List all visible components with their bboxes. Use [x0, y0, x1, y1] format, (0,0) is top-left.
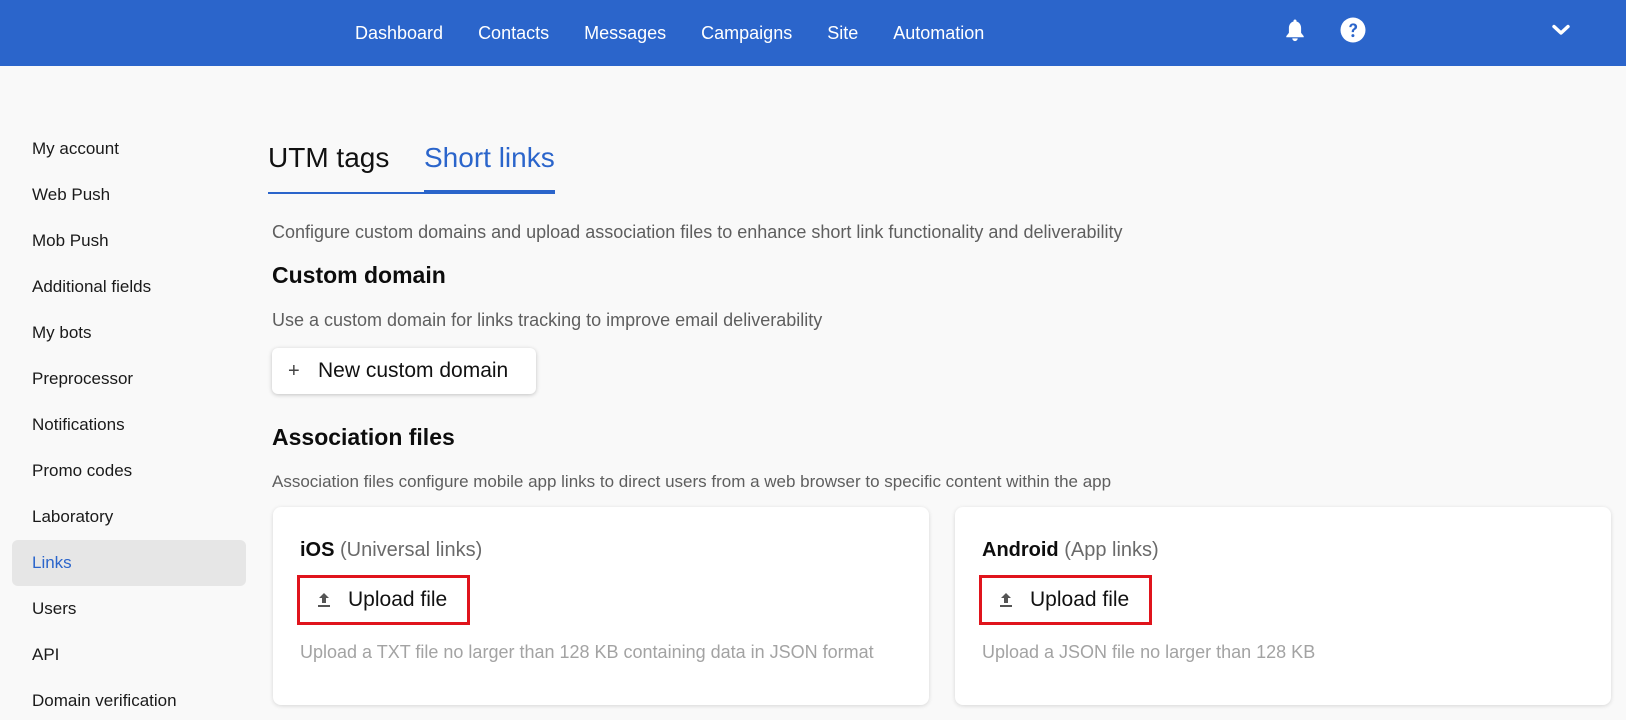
upload-icon [314, 590, 334, 610]
sidebar-item-my-bots[interactable]: My bots [12, 310, 246, 356]
association-files-description: Association files configure mobile app l… [272, 472, 1112, 491]
ios-card-title: iOS (Universal links) [300, 539, 482, 562]
android-association-card: Android (App links) Upload file Upload a… [955, 507, 1611, 705]
sidebar-item-promo-codes[interactable]: Promo codes [12, 448, 246, 494]
ios-upload-file-button[interactable]: Upload file [297, 575, 471, 625]
ios-association-card: iOS (Universal links) Upload file Upload… [273, 507, 929, 705]
sidebar-item-links[interactable]: Links [12, 540, 246, 586]
custom-domain-heading: Custom domain [272, 262, 446, 288]
android-card-title: Android (App links) [982, 539, 1159, 562]
tab-utm-tags[interactable]: UTM tags [268, 130, 424, 194]
sidebar-item-users[interactable]: Users [12, 586, 246, 632]
plus-icon: + [288, 359, 300, 382]
sidebar-item-additional-fields[interactable]: Additional fields [12, 264, 246, 310]
sidebar-item-domain-verification[interactable]: Domain verification [12, 678, 246, 720]
android-platform-subtitle: (App links) [1064, 539, 1159, 561]
bell-icon[interactable] [1282, 17, 1308, 43]
nav-site[interactable]: Site [827, 23, 858, 44]
ios-platform-label: iOS [300, 539, 335, 561]
sidebar-item-web-push[interactable]: Web Push [12, 172, 246, 218]
nav-automation[interactable]: Automation [893, 23, 984, 44]
nav-contacts[interactable]: Contacts [478, 23, 549, 44]
nav-messages[interactable]: Messages [584, 23, 666, 44]
chevron-down-icon[interactable] [1548, 17, 1574, 43]
main-nav: Dashboard Contacts Messages Campaigns Si… [355, 0, 1019, 66]
new-custom-domain-button[interactable]: + New custom domain [272, 348, 536, 394]
settings-sidebar: My account Web Push Mob Push Additional … [12, 126, 246, 720]
association-files-heading: Association files [272, 424, 455, 450]
android-upload-hint: Upload a JSON file no larger than 128 KB [982, 642, 1316, 662]
android-platform-label: Android [982, 539, 1059, 561]
tab-bar: UTM tags Short links [268, 130, 555, 194]
upload-icon [996, 590, 1016, 610]
nav-dashboard[interactable]: Dashboard [355, 23, 443, 44]
custom-domain-description: Use a custom domain for links tracking t… [272, 310, 823, 330]
android-upload-file-label: Upload file [1030, 588, 1130, 611]
sidebar-item-preprocessor[interactable]: Preprocessor [12, 356, 246, 402]
sidebar-item-mob-push[interactable]: Mob Push [12, 218, 246, 264]
ios-upload-file-label: Upload file [348, 588, 448, 611]
tab-short-links[interactable]: Short links [424, 130, 555, 194]
android-upload-file-button[interactable]: Upload file [979, 575, 1153, 625]
sidebar-item-my-account[interactable]: My account [12, 126, 246, 172]
sidebar-item-laboratory[interactable]: Laboratory [12, 494, 246, 540]
page-description: Configure custom domains and upload asso… [272, 222, 1123, 242]
sidebar-item-notifications[interactable]: Notifications [12, 402, 246, 448]
ios-platform-subtitle: (Universal links) [340, 539, 483, 561]
new-custom-domain-label: New custom domain [318, 359, 509, 382]
top-navigation-bar: Dashboard Contacts Messages Campaigns Si… [0, 0, 1626, 66]
ios-upload-hint: Upload a TXT file no larger than 128 KB … [300, 642, 874, 662]
nav-campaigns[interactable]: Campaigns [701, 23, 792, 44]
sidebar-item-api[interactable]: API [12, 632, 246, 678]
help-icon[interactable] [1340, 17, 1366, 43]
